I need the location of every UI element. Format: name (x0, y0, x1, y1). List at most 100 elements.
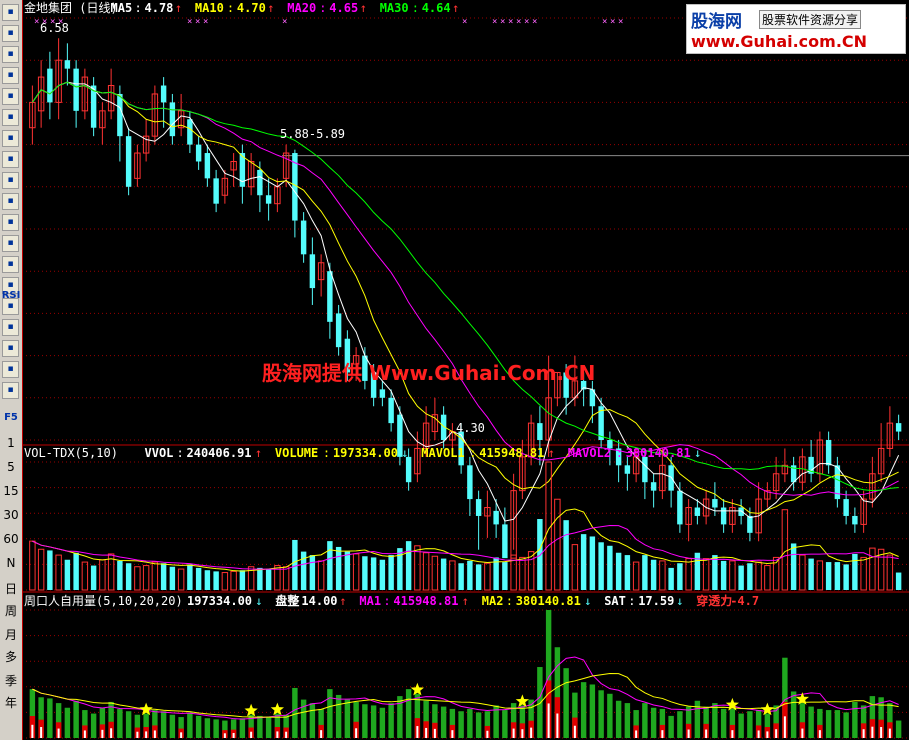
indicator-arrow: ↑ (175, 1, 182, 15)
indicator-bar-green (747, 711, 753, 738)
indicator-bar-white (783, 716, 786, 738)
candle-body (257, 169, 263, 196)
volume-bar (309, 555, 316, 590)
tick-icon[interactable]: ▪ (2, 67, 19, 84)
indicator-label: MA2 (482, 594, 504, 608)
indicator-label: SAT (604, 594, 626, 608)
candle-body (195, 144, 202, 162)
toolbar-period-4[interactable]: 15 (0, 484, 22, 498)
volume-bar (142, 565, 150, 591)
volume-bar (282, 566, 290, 591)
line-icon[interactable]: ▪ (2, 46, 19, 63)
toolbar-period-6[interactable]: 60 (0, 532, 22, 546)
indicator-bar-green (843, 712, 849, 738)
indicator-bar-white (573, 725, 576, 738)
volume-bar (834, 562, 841, 590)
bar-icon[interactable]: ▪ (2, 172, 19, 189)
candle-body (843, 499, 849, 516)
indicator-value: 14.00 (301, 594, 337, 608)
indicator-value: 415948.81 (393, 594, 458, 608)
indicator-bar-white (40, 727, 43, 738)
indicator-bar-green (642, 703, 648, 738)
indicator-colon: : (323, 446, 330, 460)
chart-icon[interactable]: ▪ (2, 4, 19, 21)
pencil-icon[interactable]: ▪ (2, 361, 19, 378)
volume-bar (204, 570, 211, 590)
indicator-bar-white (521, 729, 524, 738)
indicator-bar-green (895, 720, 902, 738)
indicator-icon[interactable]: ▪ (2, 256, 19, 273)
indicator-bar-green (169, 714, 176, 738)
toolbar-period-11[interactable]: 多 (0, 648, 22, 665)
volume-bar (650, 559, 657, 590)
indicator-bar-white (775, 729, 778, 738)
f12-icon[interactable]: ▪ (2, 193, 19, 210)
move-icon[interactable]: ▪ (2, 319, 19, 336)
volume-bar (668, 567, 674, 590)
table-icon[interactable]: ▪ (2, 25, 19, 42)
indicator-bar-green (598, 690, 604, 738)
volume-bar (422, 552, 430, 591)
toolbar-period-3[interactable]: 5 (0, 460, 22, 474)
indicator-bar-white (136, 731, 139, 738)
volume-bar (230, 570, 237, 591)
indicator-bar-white (871, 726, 874, 738)
indicator-bar-white (757, 730, 760, 738)
indicator-colon: : (469, 446, 476, 460)
indicator-value: 380140.81 (626, 446, 691, 460)
volume-bar (117, 560, 123, 590)
indicator-bar-green (195, 715, 202, 738)
indicator-bar-green (257, 715, 263, 738)
marker-cross-icon: × (282, 17, 287, 27)
f5-icon[interactable]: ▪ (2, 382, 19, 399)
list-icon[interactable]: ▪ (2, 109, 19, 126)
indicator-bar-white (110, 728, 113, 738)
toolbar-period-9[interactable]: 周 (0, 602, 22, 619)
candle-body (852, 515, 858, 525)
volume-bar (55, 554, 62, 591)
indicator-label: MA1 (359, 594, 381, 608)
indicator-bar-green (379, 707, 386, 738)
indicator-bar-green (125, 711, 132, 738)
toolbar-period-12[interactable]: 季 (0, 672, 22, 689)
volume-bar (571, 544, 579, 591)
toolbar-period-5[interactable]: 30 (0, 508, 22, 522)
indicator-arrow: ↑ (452, 1, 459, 15)
f10-icon[interactable]: ▪ (2, 130, 19, 147)
candle-body (694, 507, 701, 516)
volume-bar (886, 554, 894, 591)
marker-cross-icon: × (462, 17, 467, 27)
indicator-colon: : (319, 1, 326, 15)
indicator-bar-white (801, 728, 804, 738)
indicator-colon: : (227, 1, 234, 15)
signal-star-icon (725, 697, 739, 711)
volume-bar (317, 560, 325, 591)
indicator-bar-white (451, 730, 454, 738)
toolbar-period-13[interactable]: 年 (0, 694, 22, 711)
toolbar-period-2[interactable]: 1 (0, 436, 22, 450)
candle-body (73, 68, 79, 111)
candle-body (712, 499, 718, 508)
export-icon[interactable]: ▪ (2, 340, 19, 357)
volume-bar (292, 539, 298, 590)
search-icon[interactable]: ▪ (2, 235, 19, 252)
indicator-bar-white (31, 724, 34, 738)
indicator-bar-green (808, 706, 814, 738)
info-icon[interactable]: ▪ (2, 151, 19, 168)
toolbar-period-7[interactable]: N (0, 556, 22, 570)
indicator-bar-green (335, 694, 342, 738)
volume-bar (729, 560, 736, 591)
toolbar-period-1[interactable]: F5 (0, 412, 22, 423)
indicator-label: MA5 (111, 1, 133, 15)
toolbar-period-0[interactable]: RSI (0, 290, 22, 301)
volume-bar (257, 567, 263, 590)
volume-bar (816, 560, 824, 591)
indicator-bar-green (467, 708, 473, 738)
signal-star-icon (270, 702, 284, 716)
analysis-icon[interactable]: ▪ (2, 214, 19, 231)
volume-bar (352, 553, 360, 591)
kline-icon[interactable]: ▪ (2, 88, 19, 105)
toolbar-period-10[interactable]: 月 (0, 626, 22, 643)
toolbar-period-8[interactable]: 日 (0, 580, 22, 597)
indicator-bar-white (355, 728, 358, 738)
